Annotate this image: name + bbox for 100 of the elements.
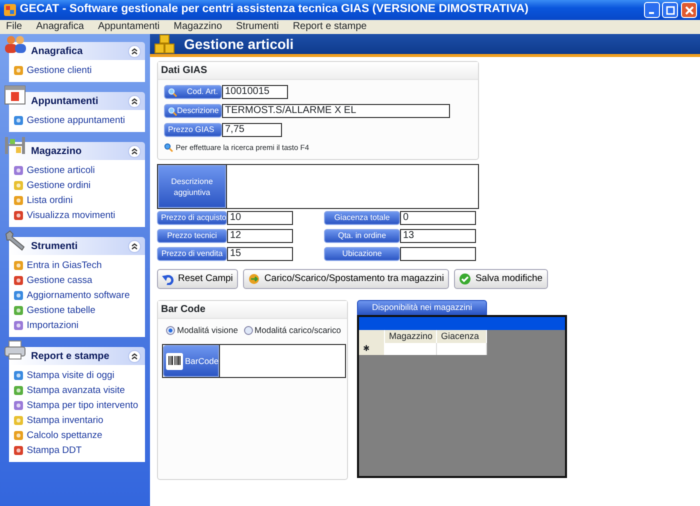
sidebar-item[interactable]: Stampa DDT bbox=[26, 443, 82, 458]
chevron-up-icon bbox=[131, 352, 138, 360]
sidebar-item[interactable]: Aggiornamento software bbox=[26, 288, 130, 303]
field-label-button[interactable]: Qta. in ordine bbox=[324, 229, 400, 244]
close-icon bbox=[684, 6, 694, 14]
item-icon bbox=[13, 115, 24, 126]
table-cell[interactable] bbox=[385, 343, 437, 356]
sidebar-item[interactable]: Stampa inventario bbox=[26, 413, 104, 428]
window-title: GECAT - Software gestionale per centri assistenza tecnica GIAS (VERSIONE DIMOSTRATIVA) bbox=[20, 2, 528, 18]
check-icon bbox=[459, 273, 472, 286]
new-row-marker: ✱ bbox=[359, 343, 385, 356]
chevron-up-icon bbox=[131, 242, 138, 250]
collapse-button[interactable] bbox=[128, 44, 141, 58]
item-icon bbox=[13, 290, 24, 301]
maximize-icon bbox=[666, 6, 675, 14]
field-label-button[interactable]: Giacenza totale bbox=[324, 211, 400, 226]
menu-item[interactable]: File bbox=[4, 20, 24, 34]
sidebar-item[interactable]: Gestione cassa bbox=[26, 273, 92, 288]
collapse-button[interactable] bbox=[128, 240, 141, 252]
item-icon bbox=[13, 260, 24, 271]
sidebar-item[interactable]: Gestione ordini bbox=[26, 178, 91, 193]
item-icon bbox=[13, 415, 24, 426]
row-header-cell bbox=[359, 330, 385, 344]
calendar-icon bbox=[3, 84, 27, 106]
field-label-button[interactable]: Cod. Art. bbox=[164, 85, 222, 99]
app-icon bbox=[3, 3, 17, 17]
maximize-button[interactable] bbox=[662, 2, 678, 18]
menu-item[interactable]: Appuntamenti bbox=[96, 20, 162, 34]
panel-title: Dati GIAS bbox=[158, 62, 478, 80]
search-icon bbox=[164, 143, 173, 152]
column-header[interactable]: Magazzino bbox=[385, 330, 437, 344]
item-icon bbox=[13, 165, 24, 176]
sidebar-item[interactable]: Stampa avanzata visite bbox=[26, 383, 125, 398]
barcode-icon bbox=[166, 352, 183, 370]
text-field[interactable]: 10 bbox=[227, 211, 293, 226]
menu-item[interactable]: Anagrafica bbox=[34, 20, 86, 34]
column-header[interactable]: Giacenza bbox=[437, 330, 487, 344]
radio-option[interactable]: Modalitá visione bbox=[166, 324, 238, 337]
shelf-icon bbox=[3, 134, 27, 156]
text-field[interactable]: 10010015 bbox=[222, 85, 288, 99]
sidebar-item[interactable]: Stampa visite di oggi bbox=[26, 368, 114, 383]
tab[interactable]: Disponibilità nei magazzini bbox=[357, 300, 488, 316]
barcode-button[interactable]: BarCode bbox=[163, 345, 219, 377]
field-label-button[interactable]: Ubicazione bbox=[324, 247, 400, 262]
transfer-icon bbox=[248, 273, 260, 286]
chevron-up-icon bbox=[131, 148, 138, 154]
text-field[interactable] bbox=[400, 247, 476, 262]
page-title: Gestione articoli bbox=[184, 34, 294, 54]
item-icon bbox=[13, 180, 24, 191]
table-cell[interactable] bbox=[437, 343, 487, 356]
text-field[interactable]: 12 bbox=[227, 229, 293, 244]
menu-item[interactable]: Magazzino bbox=[172, 20, 224, 34]
close-button[interactable] bbox=[681, 2, 697, 18]
boxes-icon bbox=[154, 34, 176, 54]
item-icon bbox=[13, 195, 24, 206]
item-icon bbox=[13, 65, 24, 76]
field-label-button[interactable]: Prezzo GIAS bbox=[164, 123, 222, 137]
sidebar-item[interactable]: Importazioni bbox=[26, 318, 78, 333]
minimize-button[interactable] bbox=[644, 2, 660, 18]
search-icon bbox=[168, 88, 177, 96]
chevron-up-icon bbox=[131, 48, 138, 54]
sidebar-item[interactable]: Gestione tabelle bbox=[26, 303, 96, 318]
people-icon bbox=[3, 34, 27, 56]
menu-item[interactable]: Report e stampe bbox=[290, 20, 369, 34]
undo-icon bbox=[162, 273, 174, 286]
action-button[interactable]: Reset Campi bbox=[157, 269, 238, 290]
sidebar-item[interactable]: Gestione articoli bbox=[26, 163, 95, 178]
text-field[interactable]: 15 bbox=[227, 247, 293, 262]
search-icon bbox=[168, 106, 177, 116]
menu-item[interactable]: Strumenti bbox=[234, 20, 281, 34]
action-button[interactable]: Carico/Scarico/Spostamento tra magazzini bbox=[243, 269, 449, 290]
text-field[interactable]: TERMOST.S/ALLARME X EL bbox=[222, 104, 450, 118]
field-label-button[interactable]: Prezzo di acquisto bbox=[157, 211, 227, 226]
collapse-button[interactable] bbox=[128, 94, 141, 108]
item-icon bbox=[13, 430, 24, 441]
item-icon bbox=[13, 370, 24, 381]
sidebar-item[interactable]: Lista ordini bbox=[26, 193, 73, 208]
collapse-button[interactable] bbox=[128, 350, 141, 362]
sidebar-item[interactable]: Entra in GiasTech bbox=[26, 258, 102, 273]
item-icon bbox=[13, 385, 24, 396]
field-label-button[interactable]: Descrizione bbox=[164, 104, 222, 118]
item-icon bbox=[13, 320, 24, 331]
wrench-icon bbox=[3, 229, 27, 251]
text-field[interactable]: 0 bbox=[400, 211, 476, 226]
sidebar-item[interactable]: Stampa per tipo intervento bbox=[26, 398, 138, 413]
item-icon bbox=[13, 445, 24, 456]
text-field[interactable]: 7,75 bbox=[222, 123, 282, 137]
action-button[interactable]: Salva modifiche bbox=[454, 269, 548, 290]
chevron-up-icon bbox=[131, 98, 138, 104]
text-field[interactable]: 13 bbox=[400, 229, 476, 244]
sidebar-item[interactable]: Visualizza movimenti bbox=[26, 208, 116, 223]
sidebar-item[interactable]: Calcolo spettanze bbox=[26, 428, 102, 443]
field-label-button[interactable]: Prezzo di vendita bbox=[157, 247, 227, 262]
item-icon bbox=[13, 400, 24, 411]
collapse-button[interactable] bbox=[128, 144, 141, 158]
additional-description-button[interactable]: Descrizione aggiuntiva bbox=[158, 165, 226, 208]
item-icon bbox=[13, 275, 24, 286]
field-label-button[interactable]: Prezzo tecnici bbox=[157, 229, 227, 244]
radio-option[interactable]: Modalitá carico/scarico bbox=[244, 324, 341, 337]
printer-icon bbox=[3, 339, 27, 361]
